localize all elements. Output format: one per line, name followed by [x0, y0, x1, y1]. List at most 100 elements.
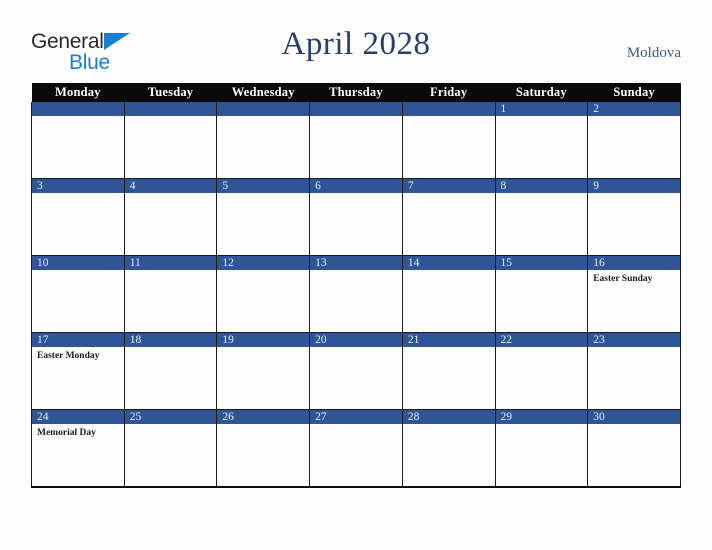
day-events	[125, 270, 217, 273]
day-number	[402, 102, 495, 116]
calendar-empty-cell	[309, 102, 403, 179]
calendar-day-cell[interactable]: 12	[216, 255, 311, 333]
calendar-day-cell[interactable]: 10	[31, 255, 125, 333]
day-cell-inner: 28	[402, 410, 495, 486]
day-number: 5	[217, 179, 310, 193]
day-cell-inner: 5	[217, 179, 310, 255]
day-number: 19	[217, 333, 310, 347]
day-events	[310, 193, 402, 196]
calendar-week-row: 3456789	[31, 178, 681, 256]
day-cell-inner	[402, 102, 495, 178]
day-cell-inner: 27	[310, 410, 402, 486]
day-number: 29	[495, 410, 588, 424]
calendar-day-cell[interactable]: 21	[401, 332, 496, 410]
holiday-label: Easter Monday	[37, 351, 100, 361]
calendar-day-cell[interactable]: 25	[123, 409, 218, 488]
day-events	[217, 347, 309, 350]
day-cell-inner: 11	[124, 256, 217, 332]
country-label: Moldova	[626, 45, 681, 61]
calendar-day-cell[interactable]: 22	[494, 332, 589, 410]
calendar-day-cell[interactable]: 18	[123, 332, 218, 410]
day-cell-inner: 26	[217, 410, 310, 486]
calendar-day-cell[interactable]: 17 Easter Monday	[31, 332, 125, 410]
calendar-day-cell[interactable]: 9	[587, 178, 681, 256]
calendar-day-cell[interactable]: 8	[494, 178, 589, 256]
day-cell-inner: 29	[495, 410, 588, 486]
day-cell-inner: 10	[32, 256, 124, 332]
calendar-day-cell[interactable]: 4	[123, 178, 218, 256]
calendar-day-cell[interactable]: 30	[587, 409, 681, 488]
calendar-day-cell[interactable]: 1	[494, 102, 589, 179]
day-events	[125, 424, 217, 427]
calendar-day-cell[interactable]: 2	[587, 102, 681, 179]
calendar-week-row: 17 Easter Monday 18 19 20 21 22 23	[31, 332, 681, 410]
day-cell-inner: 17 Easter Monday	[32, 333, 124, 409]
calendar-day-cell[interactable]: 19	[216, 332, 311, 410]
day-events	[588, 116, 680, 119]
calendar-day-cell[interactable]: 14	[401, 255, 496, 333]
day-number: 4	[124, 179, 217, 193]
calendar-day-cell[interactable]: 28	[401, 409, 496, 488]
calendar-day-cell[interactable]: 20	[309, 332, 403, 410]
day-number: 10	[32, 256, 124, 270]
day-events	[32, 270, 124, 273]
day-number: 3	[32, 179, 124, 193]
day-cell-inner: 30	[588, 410, 680, 486]
day-events	[32, 193, 124, 196]
calendar-day-cell[interactable]: 29	[494, 409, 589, 488]
day-number: 24	[32, 410, 124, 424]
day-cell-inner: 13	[310, 256, 402, 332]
day-number: 17	[32, 333, 124, 347]
calendar-day-cell[interactable]: 13	[309, 255, 403, 333]
calendar-day-cell[interactable]: 26	[216, 409, 311, 488]
day-events	[217, 116, 309, 119]
day-cell-inner	[217, 102, 310, 178]
day-events	[310, 347, 402, 350]
calendar-day-cell[interactable]: 23	[587, 332, 681, 410]
day-number: 21	[402, 333, 495, 347]
day-number	[124, 102, 217, 116]
calendar-day-cell[interactable]: 27	[309, 409, 403, 488]
day-number: 22	[495, 333, 588, 347]
calendar-day-cell[interactable]: 16 Easter Sunday	[587, 255, 681, 333]
weekday-header-tuesday: Tuesday	[124, 83, 217, 102]
day-events	[125, 116, 217, 119]
day-events	[310, 270, 402, 273]
day-number: 15	[495, 256, 588, 270]
day-cell-inner: 21	[402, 333, 495, 409]
day-events	[403, 347, 495, 350]
day-events	[125, 347, 217, 350]
calendar-day-cell[interactable]: 24 Memorial Day	[31, 409, 125, 488]
day-number: 14	[402, 256, 495, 270]
weekday-header-saturday: Saturday	[495, 83, 588, 102]
day-cell-inner: 1	[495, 102, 588, 178]
calendar-day-cell[interactable]: 3	[31, 178, 125, 256]
calendar-day-cell[interactable]: 6	[309, 178, 403, 256]
day-events	[588, 193, 680, 196]
weekday-header-monday: Monday	[31, 83, 125, 102]
calendar-empty-cell	[123, 102, 218, 179]
calendar-day-cell[interactable]: 7	[401, 178, 496, 256]
day-number: 18	[124, 333, 217, 347]
day-cell-inner: 12	[217, 256, 310, 332]
day-number: 27	[310, 410, 402, 424]
day-events	[217, 424, 309, 427]
day-number: 12	[217, 256, 310, 270]
day-number	[217, 102, 310, 116]
day-number: 8	[495, 179, 588, 193]
calendar-day-cell[interactable]: 11	[123, 255, 218, 333]
day-number: 28	[402, 410, 495, 424]
day-number: 16	[588, 256, 680, 270]
day-number: 20	[310, 333, 402, 347]
day-number: 13	[310, 256, 402, 270]
day-events	[217, 270, 309, 273]
day-cell-inner	[32, 102, 124, 178]
day-cell-inner: 6	[310, 179, 402, 255]
day-number	[32, 102, 124, 116]
day-cell-inner	[124, 102, 217, 178]
calendar-day-cell[interactable]: 15	[494, 255, 589, 333]
calendar-week-row: 10 11 12 13 14 15 16 Easter Sunday	[31, 255, 681, 333]
day-events	[217, 193, 309, 196]
calendar-day-cell[interactable]: 5	[216, 178, 311, 256]
day-cell-inner: 15	[495, 256, 588, 332]
